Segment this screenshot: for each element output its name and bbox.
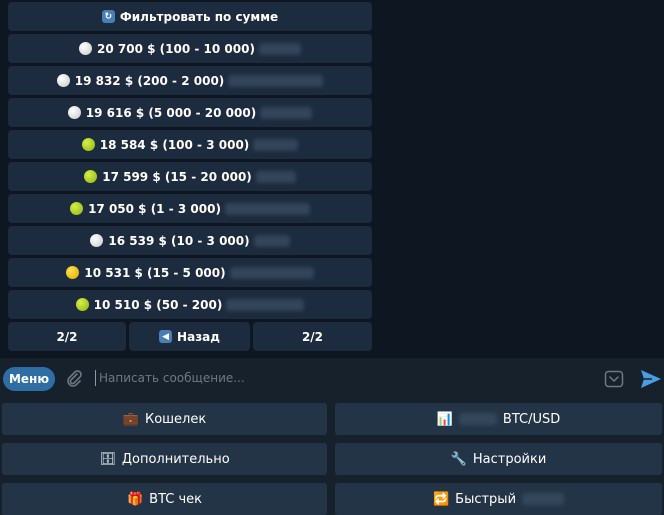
chat-area: ↻ Фильтровать по сумме 20 700 $ (100 - 1…	[0, 0, 664, 358]
blurred-text	[253, 138, 299, 151]
offer-amount: 19 832 $ (200 - 2 000)	[74, 73, 225, 88]
page-indicator-right-button[interactable]: 2/2	[253, 322, 372, 351]
menu-label: Меню	[8, 372, 50, 386]
blurred-text	[255, 170, 296, 183]
btc-check-button[interactable]: 🎁 BTC чек	[2, 483, 327, 515]
offer-amount: 18 584 $ (100 - 3 000)	[99, 137, 250, 152]
reply-keyboard: 💼 Кошелек 📊 BTC/USD 🗄 Дополнительно 🔧 На…	[0, 400, 664, 515]
blurred-text	[226, 298, 305, 311]
white-circle-icon	[67, 106, 81, 119]
briefcase-icon: 💼	[122, 411, 139, 427]
offer-button[interactable]: 20 700 $ (100 - 10 000)	[8, 34, 372, 63]
chart-icon: 📊	[436, 411, 453, 427]
offer-amount: 10 531 $ (15 - 5 000)	[84, 265, 226, 280]
offer-amount: 19 616 $ (5 000 - 20 000)	[85, 105, 257, 120]
additional-label: Дополнительно	[121, 451, 230, 467]
offer-amount: 17 599 $ (15 - 20 000)	[102, 169, 252, 184]
menu-button[interactable]: Меню	[3, 367, 55, 391]
paperclip-icon[interactable]	[64, 368, 84, 388]
wrench-icon: 🔧	[450, 451, 467, 467]
offer-button[interactable]: 17 050 $ (1 - 3 000)	[8, 194, 372, 223]
blurred-text	[224, 202, 310, 215]
send-icon[interactable]	[640, 369, 662, 389]
text-caret	[95, 370, 96, 386]
filter-label: Фильтровать по сумме	[119, 9, 279, 24]
yellow-circle-icon	[66, 266, 80, 279]
page-indicator-left-button[interactable]: 2/2	[8, 322, 126, 351]
settings-label: Настройки	[472, 451, 547, 467]
tennis-ball-icon	[70, 202, 84, 215]
btc-check-label: BTC чек	[149, 491, 203, 507]
offer-amount: 17 050 $ (1 - 3 000)	[88, 201, 221, 216]
blurred-text	[458, 413, 497, 425]
wallet-button[interactable]: 💼 Кошелек	[2, 403, 327, 435]
tennis-ball-icon	[84, 170, 98, 183]
white-circle-icon	[79, 42, 93, 55]
fast-button[interactable]: 🔁 Быстрый	[335, 483, 662, 515]
message-input-bar: Меню Написать сообщение...	[0, 358, 664, 400]
blurred-text	[228, 74, 324, 87]
filter-icon: ↻	[101, 10, 115, 23]
offer-button[interactable]: 10 531 $ (15 - 5 000)	[8, 258, 372, 287]
btc-usd-button[interactable]: 📊 BTC/USD	[335, 403, 662, 435]
additional-button[interactable]: 🗄 Дополнительно	[2, 443, 327, 475]
offer-button[interactable]: 19 832 $ (200 - 2 000)	[8, 66, 372, 95]
page-left-label: 2/2	[56, 329, 78, 344]
offer-amount: 20 700 $ (100 - 10 000)	[97, 41, 255, 56]
offer-button[interactable]: 16 539 $ (10 - 3 000)	[8, 226, 372, 255]
cabinet-icon: 🗄	[99, 451, 116, 467]
white-circle-icon	[56, 74, 70, 87]
white-circle-icon	[90, 234, 104, 247]
blurred-text	[260, 106, 313, 119]
offer-button[interactable]: 19 616 $ (5 000 - 20 000)	[8, 98, 372, 127]
gift-icon: 🎁	[126, 491, 144, 507]
wallet-label: Кошелек	[144, 411, 207, 427]
message-input[interactable]: Написать сообщение...	[99, 371, 245, 385]
back-label: Назад	[177, 329, 220, 344]
offer-amount: 16 539 $ (10 - 3 000)	[108, 233, 250, 248]
tennis-ball-icon	[75, 298, 89, 311]
fast-label: Быстрый	[455, 491, 517, 507]
blurred-text	[229, 266, 314, 279]
page-right-label: 2/2	[301, 329, 324, 344]
blurred-text	[522, 493, 565, 505]
pagination-row: 2/2 ◀ Назад 2/2	[8, 322, 372, 351]
blurred-text	[258, 42, 301, 55]
offer-button[interactable]: 17 599 $ (15 - 20 000)	[8, 162, 372, 191]
back-button[interactable]: ◀ Назад	[129, 322, 250, 351]
back-arrow-icon: ◀	[159, 330, 173, 343]
filter-by-amount-button[interactable]: ↻ Фильтровать по сумме	[8, 2, 372, 31]
btc-usd-label: BTC/USD	[502, 411, 561, 427]
exchange-icon: 🔁	[432, 491, 450, 507]
blurred-text	[253, 234, 290, 247]
offer-button[interactable]: 18 584 $ (100 - 3 000)	[8, 130, 372, 159]
offer-amount: 10 510 $ (50 - 200)	[93, 297, 223, 312]
keyboard-toggle-icon[interactable]	[604, 369, 624, 389]
tennis-ball-icon	[81, 138, 95, 151]
settings-button[interactable]: 🔧 Настройки	[335, 443, 662, 475]
offer-button[interactable]: 10 510 $ (50 - 200)	[8, 290, 372, 319]
